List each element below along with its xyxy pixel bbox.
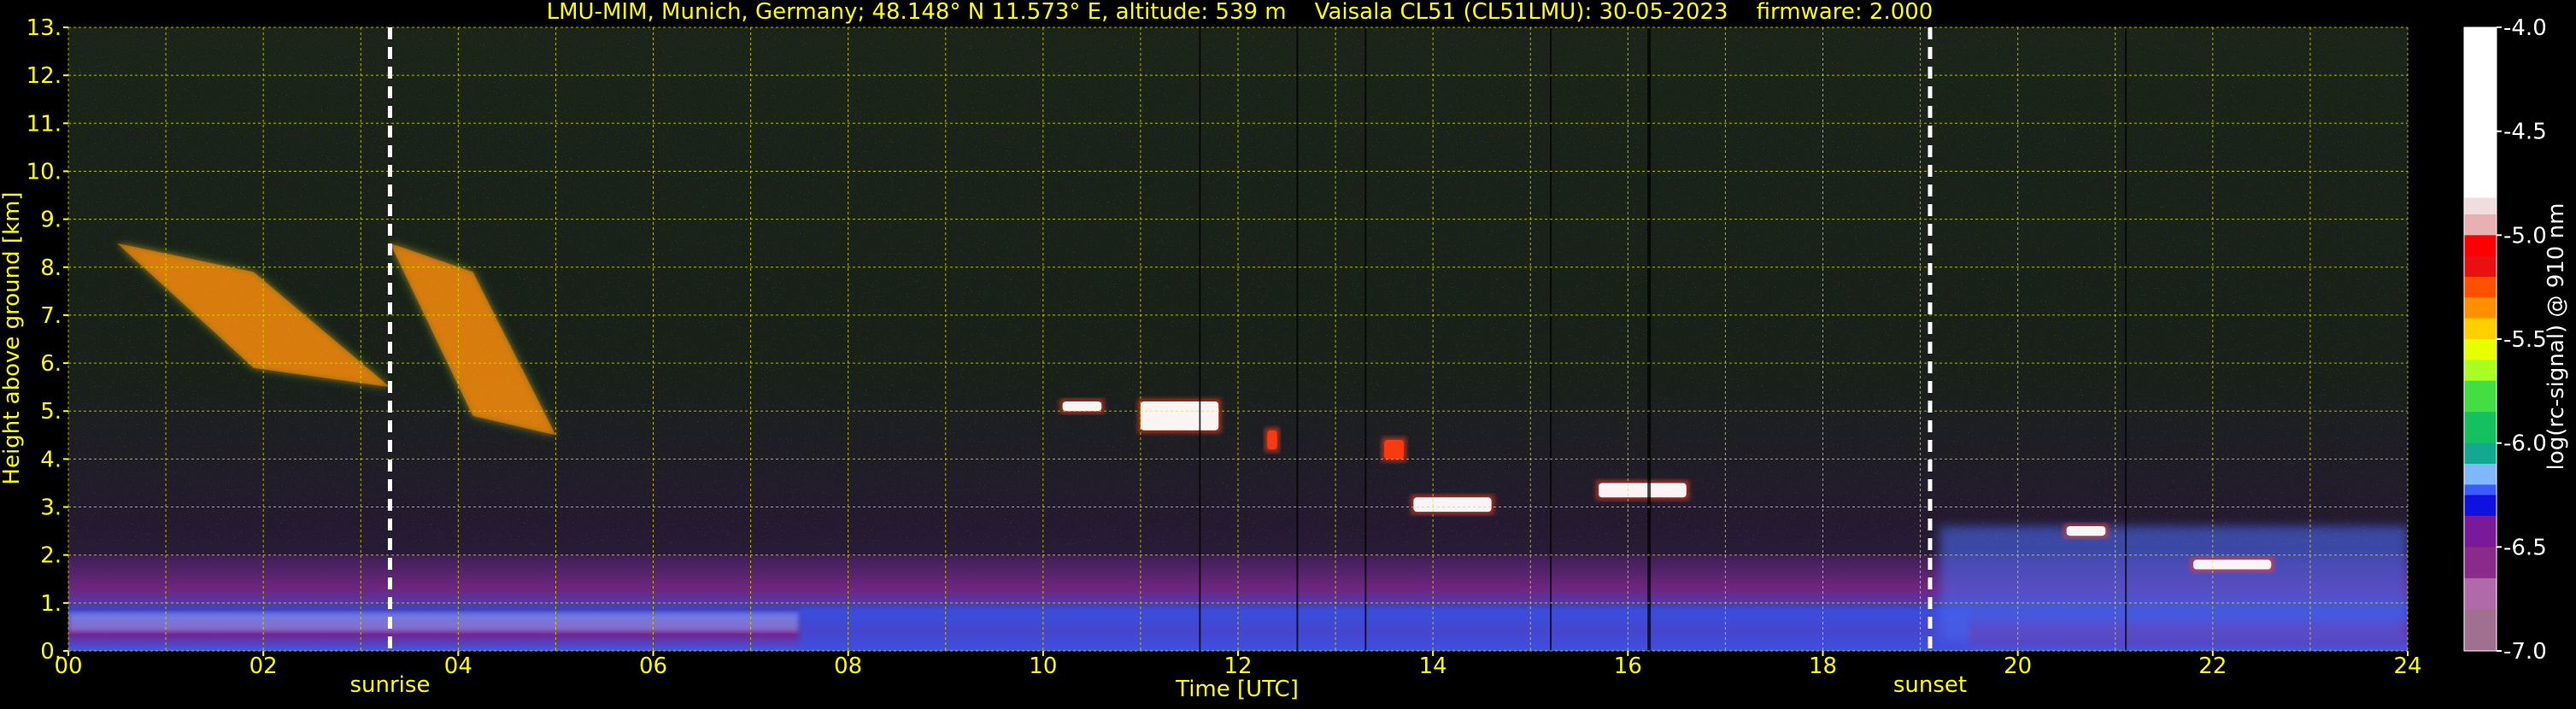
y-tick-label: 10. [26,159,62,185]
x-axis-label: Time [UTC] [1175,677,1299,702]
colorbar-tick-label: -5.0 [2503,223,2547,249]
x-tick-label: 08 [834,653,862,679]
colorbar-segment [2464,360,2497,382]
x-tick-label: 22 [2198,653,2227,679]
y-tick-label: 2. [40,543,62,569]
data-gap-line [1647,27,1652,651]
colorbar-segment [2464,318,2497,340]
chart-svg: sunrise sunset 00 02 04 06 08 10 12 14 16 18 20 22 24… [0,0,2569,702]
aerosol-layer [68,612,800,632]
y-tick-label: 6. [40,351,62,377]
x-tick-label: 14 [1419,653,1447,679]
colorbar-tick-label: -6.5 [2503,535,2547,560]
y-tick-label: 12. [26,63,62,89]
colorbar-label: log(rc-signal) @ 910 nm [2544,203,2569,471]
event-label-sunset: sunset [1893,672,1967,698]
colorbar-segment [2464,464,2497,485]
colorbar-segment [2464,484,2497,495]
x-tick-label: 16 [1614,653,1642,679]
colorbar-tick-label: -5.5 [2503,327,2547,353]
y-tick-label: 13. [26,15,62,41]
data-gap-line [1199,27,1201,651]
colorbar-segment [2464,380,2497,413]
colorbar-segment [2464,495,2497,517]
y-tick-label: 7. [40,303,62,329]
x-tick-label: 04 [444,653,472,679]
data-gap-line [2125,27,2127,651]
colorbar-segment [2464,577,2497,610]
x-tick-label: 20 [2004,653,2032,679]
colorbar-segment [2464,183,2497,199]
colorbar-segment [2464,515,2497,548]
x-tick-label: 06 [639,653,667,679]
colorbar-segment [2464,214,2497,236]
y-axis-label: Height above ground [km] [0,191,25,484]
colorbar-tick-label: -6.0 [2503,431,2547,457]
colorbar-tick-label: -7.0 [2503,639,2547,665]
y-tick-label: 11. [26,111,62,137]
y-tick-label: 4. [40,447,62,472]
colorbar-segment [2464,27,2497,184]
colorbar-segment [2464,235,2497,257]
x-tick-label: 02 [249,653,278,679]
y-axis: 0. 1. 2. 3. 4. 5. 6. 7. 8. 9. 10. 11. 12. 13. [26,15,68,665]
colorbar-segment [2464,197,2497,215]
data-gap-line [1550,27,1552,651]
y-tick-label: 5. [40,399,62,425]
x-tick-label: 18 [1809,653,1837,679]
colorbar-segment [2464,277,2497,298]
colorbar-segment [2464,547,2497,579]
x-tick-label: 10 [1029,653,1057,679]
y-tick-label: 9. [40,208,62,233]
chart-title: LMU-MIM, Munich, Germany; 48.148° N 11.5… [547,0,1933,25]
colorbar: -4.0 -4.5 -5.0 -5.5 -6.0 -6.5 -7.0 [2463,15,2547,665]
colorbar-tick-label: -4.5 [2503,120,2547,145]
y-tick-label: 3. [40,495,62,521]
event-label-sunrise: sunrise [349,672,430,698]
aerosol-layer [799,607,1969,651]
data-gap-line [1364,27,1367,651]
y-tick-label: 0. [40,639,62,665]
colorbar-segment [2464,442,2497,465]
y-tick-label: 8. [40,255,62,281]
colorbar-segment [2464,255,2497,278]
colorbar-tick-label: -4.0 [2503,15,2547,41]
colorbar-segment [2464,339,2497,360]
cloud-core [2193,560,2272,570]
colorbar-segment [2464,412,2497,444]
x-tick-label: 12 [1223,653,1252,679]
colorbar-segment [2464,609,2497,652]
colorbar-segment [2464,297,2497,319]
x-tick-label: 24 [2393,653,2421,679]
data-gap-line [1296,27,1299,651]
y-tick-label: 1. [40,591,62,617]
ceilometer-chart: sunrise sunset 00 02 04 06 08 10 12 14 16 18 20 22 24… [0,0,2576,706]
